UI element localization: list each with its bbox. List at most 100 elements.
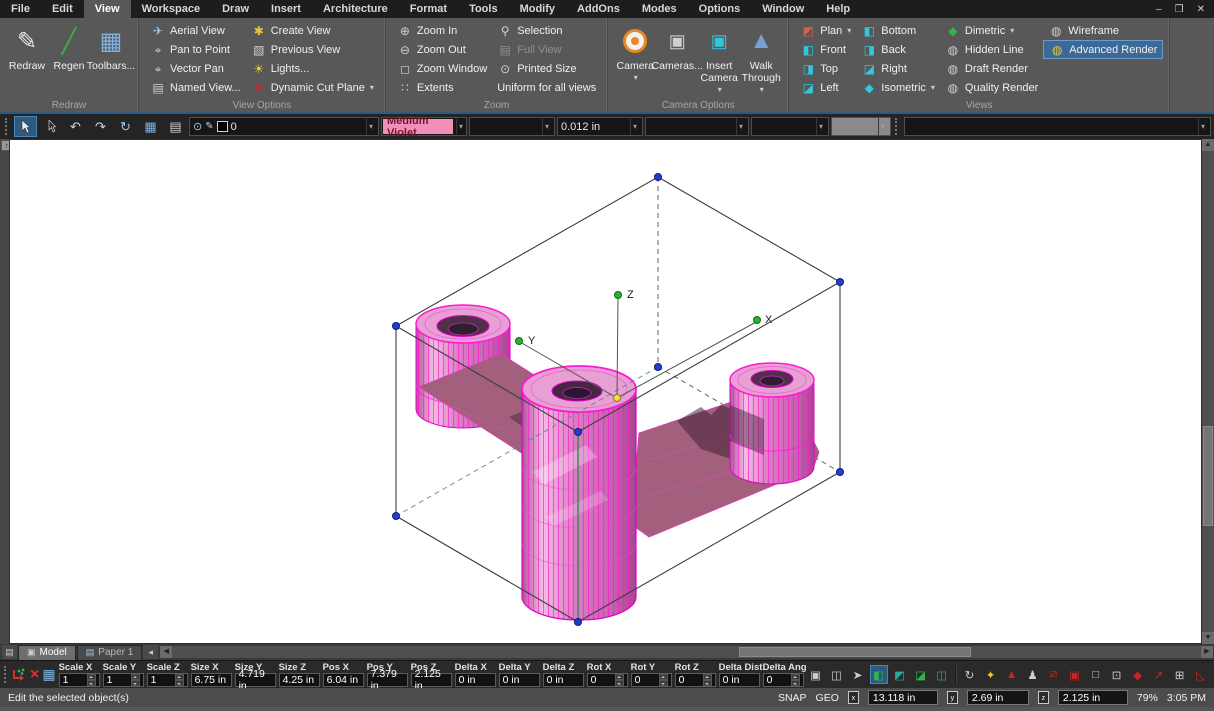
model-right-cylinder[interactable]: [730, 363, 814, 484]
menu-tools[interactable]: Tools: [458, 0, 509, 18]
x-coordinate-field[interactable]: 13.118 in: [868, 690, 938, 705]
undo-button[interactable]: ↶: [64, 116, 87, 137]
menu-modify[interactable]: Modify: [509, 0, 566, 18]
redraw-button[interactable]: ✎ Redraw: [6, 21, 48, 72]
edit-selection-button[interactable]: [11, 664, 27, 686]
chevron-down-icon[interactable]: ▾: [366, 118, 375, 135]
redo-all-button[interactable]: ↻: [114, 116, 137, 137]
create-view-button[interactable]: ✱ Create View: [246, 21, 379, 40]
model-central-cylinder[interactable]: [522, 366, 636, 620]
previous-view-button[interactable]: ▧ Previous View: [246, 40, 379, 59]
line-style-combo[interactable]: ▾: [645, 117, 749, 136]
pos-y-field[interactable]: Pos Y 7.379 in: [367, 662, 408, 687]
text-style-combo[interactable]: ▾: [904, 117, 1211, 136]
reference-point-handle[interactable]: [614, 395, 621, 402]
plan-view-button[interactable]: ◩ Plan ▾: [795, 21, 856, 40]
y-coordinate-field[interactable]: 2.69 in: [967, 690, 1029, 705]
regen-button[interactable]: ╱ Regen: [48, 21, 90, 72]
rot-y-field[interactable]: Rot Y 0: [631, 662, 672, 687]
zoom-out-button[interactable]: ⊖ Zoom Out: [392, 40, 492, 59]
spinner[interactable]: [615, 674, 624, 686]
back-view-button[interactable]: ◨ Back: [856, 40, 940, 59]
scale-z-field[interactable]: Scale Z 1: [147, 662, 188, 687]
right-view-button[interactable]: ◪ Right: [856, 59, 940, 78]
advanced-render-button[interactable]: ◍ Advanced Render: [1043, 40, 1163, 59]
size-z-field[interactable]: Size Z 4.25 in: [279, 662, 320, 687]
model-view-scene[interactable]: Z X Y: [10, 140, 1201, 643]
move-tool[interactable]: ↗: [1150, 665, 1168, 684]
spinner[interactable]: [791, 674, 800, 686]
menu-view[interactable]: View: [84, 0, 131, 18]
chevron-down-icon[interactable]: ▾: [542, 118, 551, 135]
scale-x-field[interactable]: Scale X 1: [59, 662, 100, 687]
spinner[interactable]: [703, 674, 712, 686]
toolbar-drag-handle[interactable]: [5, 118, 10, 135]
frame-tool[interactable]: □: [1087, 665, 1105, 684]
printed-size-button[interactable]: ⊙ Printed Size: [492, 59, 601, 78]
pen-color-combo[interactable]: Medium Violet ▾: [381, 117, 467, 136]
minimize-icon[interactable]: –: [1156, 4, 1162, 15]
close-icon[interactable]: ✕: [1197, 4, 1205, 15]
named-view-button[interactable]: ▤ Named View...: [145, 78, 246, 97]
rot-x-field[interactable]: Rot X 0: [587, 662, 628, 687]
print-style-button[interactable]: ▤: [164, 116, 187, 137]
menu-window[interactable]: Window: [751, 0, 815, 18]
pos-z-field[interactable]: Pos Z 2.125 in: [411, 662, 452, 687]
top-view-button[interactable]: ◨ Top: [795, 59, 856, 78]
toolbar-drag-handle[interactable]: [895, 118, 900, 135]
shape-tool[interactable]: ◆: [1129, 665, 1147, 684]
pos-x-field[interactable]: Pos X 6.04 in: [323, 662, 364, 687]
measure-tool[interactable]: ◺: [1192, 665, 1210, 684]
snap-toggle[interactable]: SNAP: [778, 692, 807, 704]
delta-y-field[interactable]: Delta Y 0 in: [499, 662, 540, 687]
size-x-field[interactable]: Size X 6.75 in: [191, 662, 232, 687]
drawing-canvas[interactable]: Z X Y: [9, 139, 1202, 644]
quality-render-button[interactable]: ◍ Quality Render: [940, 78, 1043, 97]
x-axis-handle[interactable]: [754, 317, 761, 324]
chevron-down-icon[interactable]: ▾: [816, 118, 825, 135]
left-view-button[interactable]: ◪ Left: [795, 78, 856, 97]
scroll-up-button[interactable]: ▲: [1202, 139, 1214, 151]
draw-order-forward-tool[interactable]: ◪: [912, 665, 930, 684]
draw-order-back-tool[interactable]: ◩: [891, 665, 909, 684]
hidden-line-button[interactable]: ◍ Hidden Line: [940, 40, 1043, 59]
toolbars-button[interactable]: ▦ Toolbars...: [90, 21, 132, 72]
chevron-down-icon[interactable]: ▾: [878, 118, 887, 135]
scroll-left-button[interactable]: ◀: [160, 646, 172, 658]
aerial-view-button[interactable]: ✈ Aerial View: [145, 21, 246, 40]
delta-z-field[interactable]: Delta Z 0 in: [543, 662, 584, 687]
line-width-combo[interactable]: 0.012 in ▾: [557, 117, 643, 136]
menu-addons[interactable]: AddOns: [566, 0, 631, 18]
select-tool-button[interactable]: [14, 116, 37, 137]
no-fill-frame-tool[interactable]: ⧄: [1045, 665, 1063, 684]
degenerate-faces-tool[interactable]: ▲: [1003, 665, 1021, 684]
horizontal-scroll-thumb[interactable]: [739, 647, 971, 657]
restore-icon[interactable]: ❒: [1175, 4, 1184, 15]
menu-insert[interactable]: Insert: [260, 0, 312, 18]
z-coordinate-field[interactable]: 2.125 in: [1058, 690, 1128, 705]
chevron-down-icon[interactable]: ▾: [1198, 118, 1207, 135]
dimetric-view-button[interactable]: ◆ Dimetric ▾: [940, 21, 1043, 40]
selector-2d-button[interactable]: ▦: [139, 116, 162, 137]
layer-combo[interactable]: ⊙ ✎ 0 ▾: [189, 117, 379, 136]
brush-style-combo[interactable]: ▾: [751, 117, 829, 136]
insert-camera-button[interactable]: ▣ Insert Camera ▾: [698, 21, 740, 94]
tab-paper-1[interactable]: ▤ Paper 1: [77, 645, 143, 660]
delta-x-field[interactable]: Delta X 0 in: [455, 662, 496, 687]
selection-zoom-button[interactable]: ⚲ Selection: [492, 21, 601, 40]
rot-z-field[interactable]: Rot Z 0: [675, 662, 716, 687]
cancel-selection-button[interactable]: ×: [30, 664, 39, 686]
draw-order-front-tool[interactable]: ◧: [870, 665, 888, 684]
cameras-button[interactable]: ▣ Cameras...: [656, 21, 698, 94]
z-axis-handle[interactable]: [615, 292, 622, 299]
tab-scroll-left-button[interactable]: ◂: [143, 645, 158, 659]
scroll-right-button[interactable]: ▶: [1201, 646, 1213, 658]
brush-color-combo[interactable]: ▾: [831, 117, 891, 136]
chevron-down-icon[interactable]: ▾: [456, 119, 465, 134]
menu-edit[interactable]: Edit: [41, 0, 84, 18]
walk-through-button[interactable]: ▲ Walk Through ▾: [740, 21, 782, 94]
redo-button[interactable]: ↷: [89, 116, 112, 137]
assembly-tool[interactable]: ♟: [1024, 665, 1042, 684]
wireframe-button[interactable]: ◍ Wireframe: [1043, 21, 1163, 40]
chevron-down-icon[interactable]: ▾: [736, 118, 745, 135]
